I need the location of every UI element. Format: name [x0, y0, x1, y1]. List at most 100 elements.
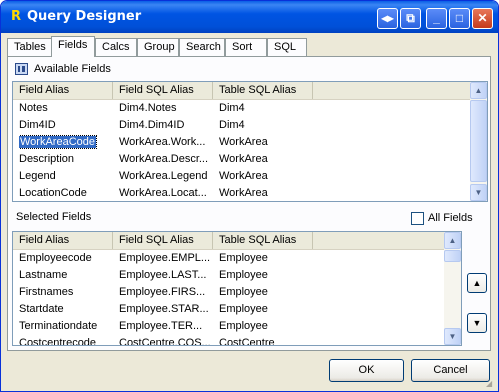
cancel-button[interactable]: Cancel	[411, 359, 490, 382]
cell-text: Employee.STAR...	[119, 303, 209, 315]
scroll-up-icon[interactable]: ▲	[444, 232, 461, 249]
ok-button[interactable]: OK	[329, 359, 404, 382]
cell-text: WorkArea	[219, 187, 268, 199]
scroll-thumb[interactable]	[444, 250, 461, 262]
cell-text: Legend	[19, 170, 56, 182]
table-sql-alias-cell: Employee	[219, 284, 309, 301]
cell-text: WorkArea	[219, 136, 268, 148]
field-sql-alias-cell: Employee.EMPL...	[119, 250, 215, 267]
selected-fields-title: Selected Fields	[16, 211, 92, 223]
cell-text: Description	[19, 153, 75, 165]
tab-calcs[interactable]: Calcs	[95, 38, 137, 56]
move-up-button[interactable]: ▲	[467, 273, 487, 293]
tab-group[interactable]: Group	[137, 38, 179, 56]
list-item[interactable]: Description WorkArea.Descr... WorkArea	[13, 151, 487, 168]
field-sql-alias-cell: WorkArea.Work...	[119, 134, 215, 151]
maximize-button[interactable]: □	[449, 8, 470, 29]
tab-search[interactable]: Search	[179, 38, 225, 56]
tab-sort[interactable]: Sort	[225, 38, 267, 56]
available-list-header: Field Alias Field SQL Alias Table SQL Al…	[13, 82, 487, 100]
list-item[interactable]: Terminationdate Employee.TER... Employee	[13, 318, 461, 335]
app-icon: R	[10, 9, 21, 24]
col-field-alias[interactable]: Field Alias	[13, 82, 113, 99]
extra-arrows-button[interactable]: ◂▸	[377, 8, 398, 29]
cell-text: WorkArea.Locat...	[119, 187, 207, 199]
available-list-scrollbar[interactable]: ▲ ▼	[470, 82, 487, 201]
cell-text: Employee	[219, 320, 268, 332]
selected-fields-list[interactable]: Field Alias Field SQL Alias Table SQL Al…	[12, 231, 462, 346]
col-table-sql-alias[interactable]: Table SQL Alias	[213, 82, 313, 99]
field-alias-cell: Legend	[19, 168, 115, 185]
scroll-up-icon[interactable]: ▲	[470, 82, 487, 99]
cell-text: Employee	[219, 303, 268, 315]
tab-fields[interactable]: Fields	[51, 36, 95, 57]
list-item[interactable]: Notes Dim4.Notes Dim4	[13, 100, 487, 117]
cell-text: Dim4	[219, 102, 245, 114]
scroll-down-icon[interactable]: ▼	[444, 328, 461, 345]
title-bar[interactable]: R Query Designer ◂▸ ⧉ _ □ ✕	[1, 1, 498, 33]
tab-tables[interactable]: Tables	[7, 38, 52, 56]
col-field-alias[interactable]: Field Alias	[13, 232, 113, 249]
cell-text: Startdate	[19, 303, 64, 315]
query-designer-window: R Query Designer ◂▸ ⧉ _ □ ✕ Tables Field…	[0, 0, 499, 392]
field-sql-alias-cell: Employee.STAR...	[119, 301, 215, 318]
list-item[interactable]: WorkAreaCode WorkArea.Work... WorkArea	[13, 134, 487, 151]
list-item[interactable]: Firstnames Employee.FIRS... Employee	[13, 284, 461, 301]
resize-grip-icon[interactable]: ◢	[486, 379, 496, 389]
selected-list-scrollbar[interactable]: ▲ ▼	[444, 232, 461, 345]
all-fields-label: All Fields	[428, 212, 473, 224]
extra-window-button[interactable]: ⧉	[400, 8, 421, 29]
fields-tab-panel: Available Fields Field Alias Field SQL A…	[7, 56, 491, 351]
list-item[interactable]: Legend WorkArea.Legend WorkArea	[13, 168, 487, 185]
cell-text: WorkArea.Legend	[119, 170, 208, 182]
table-sql-alias-cell: Employee	[219, 267, 309, 284]
cell-text: Dim4.Dim4ID	[119, 119, 185, 131]
cell-text: WorkArea.Work...	[119, 136, 206, 148]
field-alias-cell: Employeecode	[19, 250, 115, 267]
field-sql-alias-cell: Employee.TER...	[119, 318, 215, 335]
cell-text: Costcentrecode	[19, 337, 97, 346]
cell-text: WorkAreaCode	[19, 135, 97, 149]
cell-text: Employeecode	[19, 252, 92, 264]
field-sql-alias-cell: Employee.LAST...	[119, 267, 215, 284]
cell-text: Notes	[19, 102, 48, 114]
col-field-sql-alias[interactable]: Field SQL Alias	[113, 232, 213, 249]
cell-text: CostCentre	[219, 337, 275, 346]
table-sql-alias-cell: WorkArea	[219, 134, 309, 151]
field-sql-alias-cell: WorkArea.Descr...	[119, 151, 215, 168]
table-sql-alias-cell: Dim4	[219, 100, 309, 117]
list-item[interactable]: Costcentrecode CostCentre.COS... CostCentr…	[13, 335, 461, 346]
list-item[interactable]: Lastname Employee.LAST... Employee	[13, 267, 461, 284]
table-sql-alias-cell: WorkArea	[219, 151, 309, 168]
field-alias-cell: Firstnames	[19, 284, 115, 301]
list-item[interactable]: Dim4ID Dim4.Dim4ID Dim4	[13, 117, 487, 134]
scroll-thumb[interactable]	[470, 100, 487, 182]
cell-text: Dim4.Notes	[119, 102, 177, 114]
field-sql-alias-cell: Dim4.Dim4ID	[119, 117, 215, 134]
list-item[interactable]: Employeecode Employee.EMPL... Employee	[13, 250, 461, 267]
cell-text: WorkArea.Descr...	[119, 153, 209, 165]
table-sql-alias-cell: Employee	[219, 250, 309, 267]
scroll-down-icon[interactable]: ▼	[470, 184, 487, 201]
field-alias-cell: WorkAreaCode	[19, 134, 115, 151]
list-item[interactable]: Startdate Employee.STAR... Employee	[13, 301, 461, 318]
available-fields-icon	[15, 63, 28, 75]
cell-text: WorkArea	[219, 153, 268, 165]
close-button[interactable]: ✕	[472, 8, 493, 29]
field-alias-cell: Costcentrecode	[19, 335, 115, 346]
cell-text: Employee.LAST...	[119, 269, 207, 281]
table-sql-alias-cell: CostCentre	[219, 335, 309, 346]
list-item[interactable]: LocationCode WorkArea.Locat... WorkArea	[13, 185, 487, 201]
move-down-button[interactable]: ▼	[467, 313, 487, 333]
table-sql-alias-cell: Employee	[219, 301, 309, 318]
available-fields-list[interactable]: Field Alias Field SQL Alias Table SQL Al…	[12, 81, 488, 202]
field-alias-cell: Startdate	[19, 301, 115, 318]
table-sql-alias-cell: WorkArea	[219, 168, 309, 185]
col-table-sql-alias[interactable]: Table SQL Alias	[213, 232, 313, 249]
tab-sql[interactable]: SQL	[267, 38, 307, 56]
cell-text: Employee.FIRS...	[119, 286, 206, 298]
minimize-button[interactable]: _	[426, 8, 447, 29]
col-field-sql-alias[interactable]: Field SQL Alias	[113, 82, 213, 99]
field-alias-cell: Notes	[19, 100, 115, 117]
all-fields-checkbox[interactable]	[411, 212, 424, 225]
